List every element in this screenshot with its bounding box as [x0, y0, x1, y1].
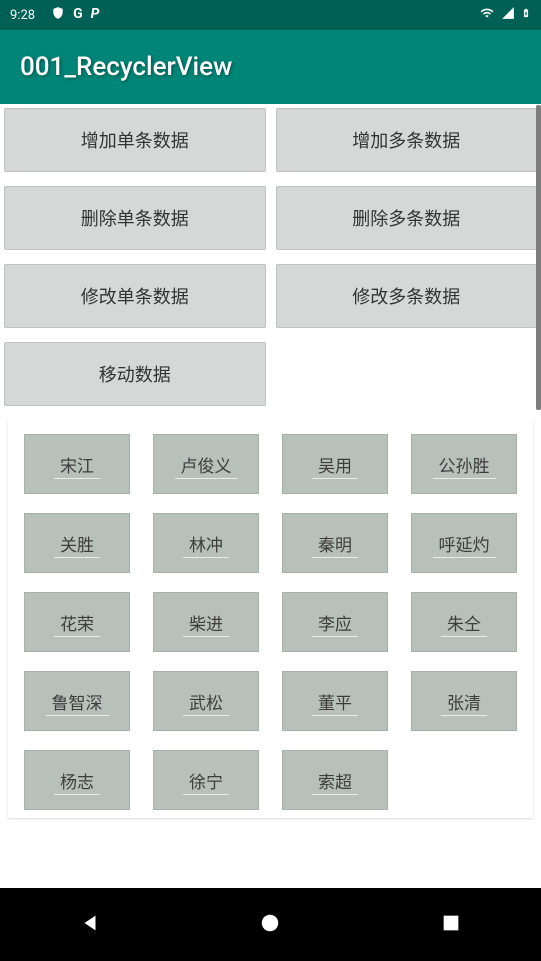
list-item[interactable]: 林冲 [153, 513, 259, 573]
scrollbar-thumb[interactable] [536, 105, 541, 410]
add-multiple-button[interactable]: 增加多条数据 [276, 108, 538, 172]
add-single-button[interactable]: 增加单条数据 [4, 108, 266, 172]
item-label: 董平 [318, 689, 352, 714]
item-label: 公孙胜 [439, 452, 490, 477]
list-item[interactable]: 鲁智深 [24, 671, 130, 731]
item-label: 武松 [189, 689, 223, 714]
item-label: 朱仝 [447, 610, 481, 635]
list-item[interactable]: 宋江 [24, 434, 130, 494]
g-icon: G [73, 6, 83, 24]
item-label: 李应 [318, 610, 352, 635]
item-label: 林冲 [189, 531, 223, 556]
list-item[interactable]: 呼延灼 [411, 513, 517, 573]
item-label: 宋江 [60, 452, 94, 477]
item-label: 柴进 [189, 610, 223, 635]
list-item[interactable]: 卢俊义 [153, 434, 259, 494]
item-label: 吴用 [318, 452, 352, 477]
list-item[interactable]: 秦明 [282, 513, 388, 573]
list-item[interactable]: 武松 [153, 671, 259, 731]
status-right [479, 5, 531, 25]
list-item[interactable]: 董平 [282, 671, 388, 731]
button-grid: 增加单条数据 增加多条数据 删除单条数据 删除多条数据 修改单条数据 修改多条数… [0, 104, 541, 410]
list-item[interactable]: 徐宁 [153, 750, 259, 810]
list-item[interactable]: 索超 [282, 750, 388, 810]
list-item[interactable]: 柴进 [153, 592, 259, 652]
item-label: 秦明 [318, 531, 352, 556]
recent-apps-button[interactable] [440, 912, 462, 938]
p-icon: P [91, 6, 100, 24]
item-label: 关胜 [60, 531, 94, 556]
delete-single-button[interactable]: 删除单条数据 [4, 186, 266, 250]
battery-icon [521, 5, 531, 25]
app-bar: 001_RecyclerView [0, 30, 541, 104]
item-label: 杨志 [60, 768, 94, 793]
signal-icon [501, 6, 515, 24]
item-label: 索超 [318, 768, 352, 793]
list-item[interactable]: 吴用 [282, 434, 388, 494]
list-item[interactable]: 张清 [411, 671, 517, 731]
recycler-view[interactable]: 宋江 卢俊义 吴用 公孙胜 关胜 林冲 秦明 呼延灼 花荣 柴进 李应 朱仝 鲁… [8, 420, 533, 818]
list-item[interactable]: 李应 [282, 592, 388, 652]
item-label: 鲁智深 [52, 689, 103, 714]
list-item[interactable]: 花荣 [24, 592, 130, 652]
navigation-bar [0, 888, 541, 961]
item-label: 张清 [447, 689, 481, 714]
update-multiple-button[interactable]: 修改多条数据 [276, 264, 538, 328]
move-data-button[interactable]: 移动数据 [4, 342, 266, 406]
wifi-icon [479, 6, 495, 24]
update-single-button[interactable]: 修改单条数据 [4, 264, 266, 328]
delete-multiple-button[interactable]: 删除多条数据 [276, 186, 538, 250]
item-label: 花荣 [60, 610, 94, 635]
list-item[interactable]: 公孙胜 [411, 434, 517, 494]
list-item[interactable]: 关胜 [24, 513, 130, 573]
status-left-icons-group: G P [51, 6, 99, 24]
item-label: 徐宁 [189, 768, 223, 793]
status-time: 9:28 [10, 8, 35, 23]
app-title: 001_RecyclerView [20, 52, 232, 82]
status-left: 9:28 G P [10, 6, 99, 24]
list-item[interactable]: 杨志 [24, 750, 130, 810]
content-area: 增加单条数据 增加多条数据 删除单条数据 删除多条数据 修改单条数据 修改多条数… [0, 104, 541, 888]
status-bar: 9:28 G P [0, 0, 541, 30]
back-button[interactable] [79, 912, 101, 938]
home-button[interactable] [259, 912, 281, 938]
list-item[interactable]: 朱仝 [411, 592, 517, 652]
shield-icon [51, 6, 65, 24]
item-label: 卢俊义 [181, 452, 232, 477]
item-label: 呼延灼 [439, 531, 490, 556]
